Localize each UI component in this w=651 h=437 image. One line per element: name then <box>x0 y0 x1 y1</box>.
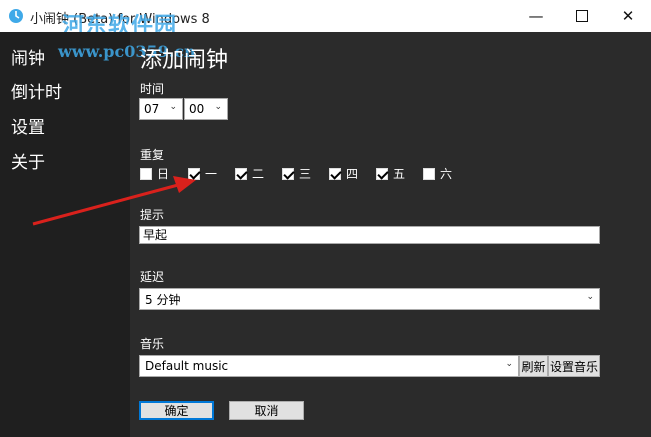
title-bar: 小闹钟 (Beta) for Windows 8 河东软件园 — ✕ <box>0 0 651 39</box>
music-value: Default music <box>145 359 229 373</box>
checkbox[interactable] <box>188 167 200 180</box>
delay-label: 延迟 <box>140 270 165 284</box>
day-label: 二 <box>252 167 265 181</box>
checkbox[interactable] <box>282 167 294 180</box>
sidebar: 闹钟 倒计时 设置 关于 <box>0 32 130 437</box>
time-label: 时间 <box>140 82 165 96</box>
minimize-icon: — <box>528 7 544 25</box>
day-label: 六 <box>440 167 453 181</box>
close-icon: ✕ <box>621 7 635 25</box>
day-label: 五 <box>393 167 406 181</box>
day-label: 三 <box>299 167 312 181</box>
checkbox[interactable] <box>423 167 435 180</box>
day-saturday[interactable]: 六 <box>423 165 452 182</box>
day-tuesday[interactable]: 二 <box>235 165 264 182</box>
close-button[interactable]: ✕ <box>605 0 651 32</box>
music-label: 音乐 <box>140 337 165 351</box>
day-label: 一 <box>205 167 218 181</box>
music-select[interactable]: Default music ⌄ <box>139 355 519 377</box>
refresh-button[interactable]: 刷新 <box>519 355 548 377</box>
sidebar-item-alarm[interactable]: 闹钟 <box>11 44 45 69</box>
chevron-down-icon: ⌄ <box>505 359 513 369</box>
day-friday[interactable]: 五 <box>376 165 405 182</box>
page-title: 添加闹钟 <box>140 48 229 73</box>
sidebar-item-settings[interactable]: 设置 <box>11 113 45 138</box>
delay-value: 5 分钟 <box>145 292 181 307</box>
day-sunday[interactable]: 日 <box>140 165 169 182</box>
day-label: 四 <box>346 167 359 181</box>
checkbox[interactable] <box>376 167 388 180</box>
reminder-input[interactable]: 早起 <box>139 226 600 244</box>
set-music-button[interactable]: 设置音乐 <box>548 355 600 377</box>
hour-value: 07 <box>144 102 160 116</box>
day-thursday[interactable]: 四 <box>329 165 358 182</box>
maximize-icon <box>576 10 588 22</box>
minute-value: 00 <box>189 102 205 116</box>
checkbox[interactable] <box>329 167 341 180</box>
day-wednesday[interactable]: 三 <box>282 165 311 182</box>
cancel-button[interactable]: 取消 <box>229 401 304 420</box>
checkbox[interactable] <box>140 167 152 180</box>
ok-button[interactable]: 确定 <box>139 401 214 420</box>
add-alarm-panel: www.pc0359.cn 添加闹钟 时间 07 ⌄ 00 ⌄ 重复 日 一 二… <box>58 32 651 437</box>
clock-icon <box>9 9 23 23</box>
day-monday[interactable]: 一 <box>188 165 217 182</box>
minimize-button[interactable]: — <box>513 0 559 32</box>
checkbox[interactable] <box>235 167 247 180</box>
repeat-label: 重复 <box>140 148 165 162</box>
day-label: 日 <box>157 167 170 181</box>
reminder-label: 提示 <box>140 208 165 222</box>
sidebar-item-about[interactable]: 关于 <box>11 148 45 173</box>
sidebar-item-countdown[interactable]: 倒计时 <box>11 78 62 103</box>
maximize-button[interactable] <box>559 0 605 32</box>
chevron-down-icon: ⌄ <box>214 102 222 112</box>
chevron-down-icon: ⌄ <box>169 102 177 112</box>
hour-select[interactable]: 07 ⌄ <box>139 98 183 120</box>
delay-select[interactable]: 5 分钟 ⌄ <box>139 288 600 310</box>
minute-select[interactable]: 00 ⌄ <box>184 98 228 120</box>
chevron-down-icon: ⌄ <box>586 292 594 302</box>
